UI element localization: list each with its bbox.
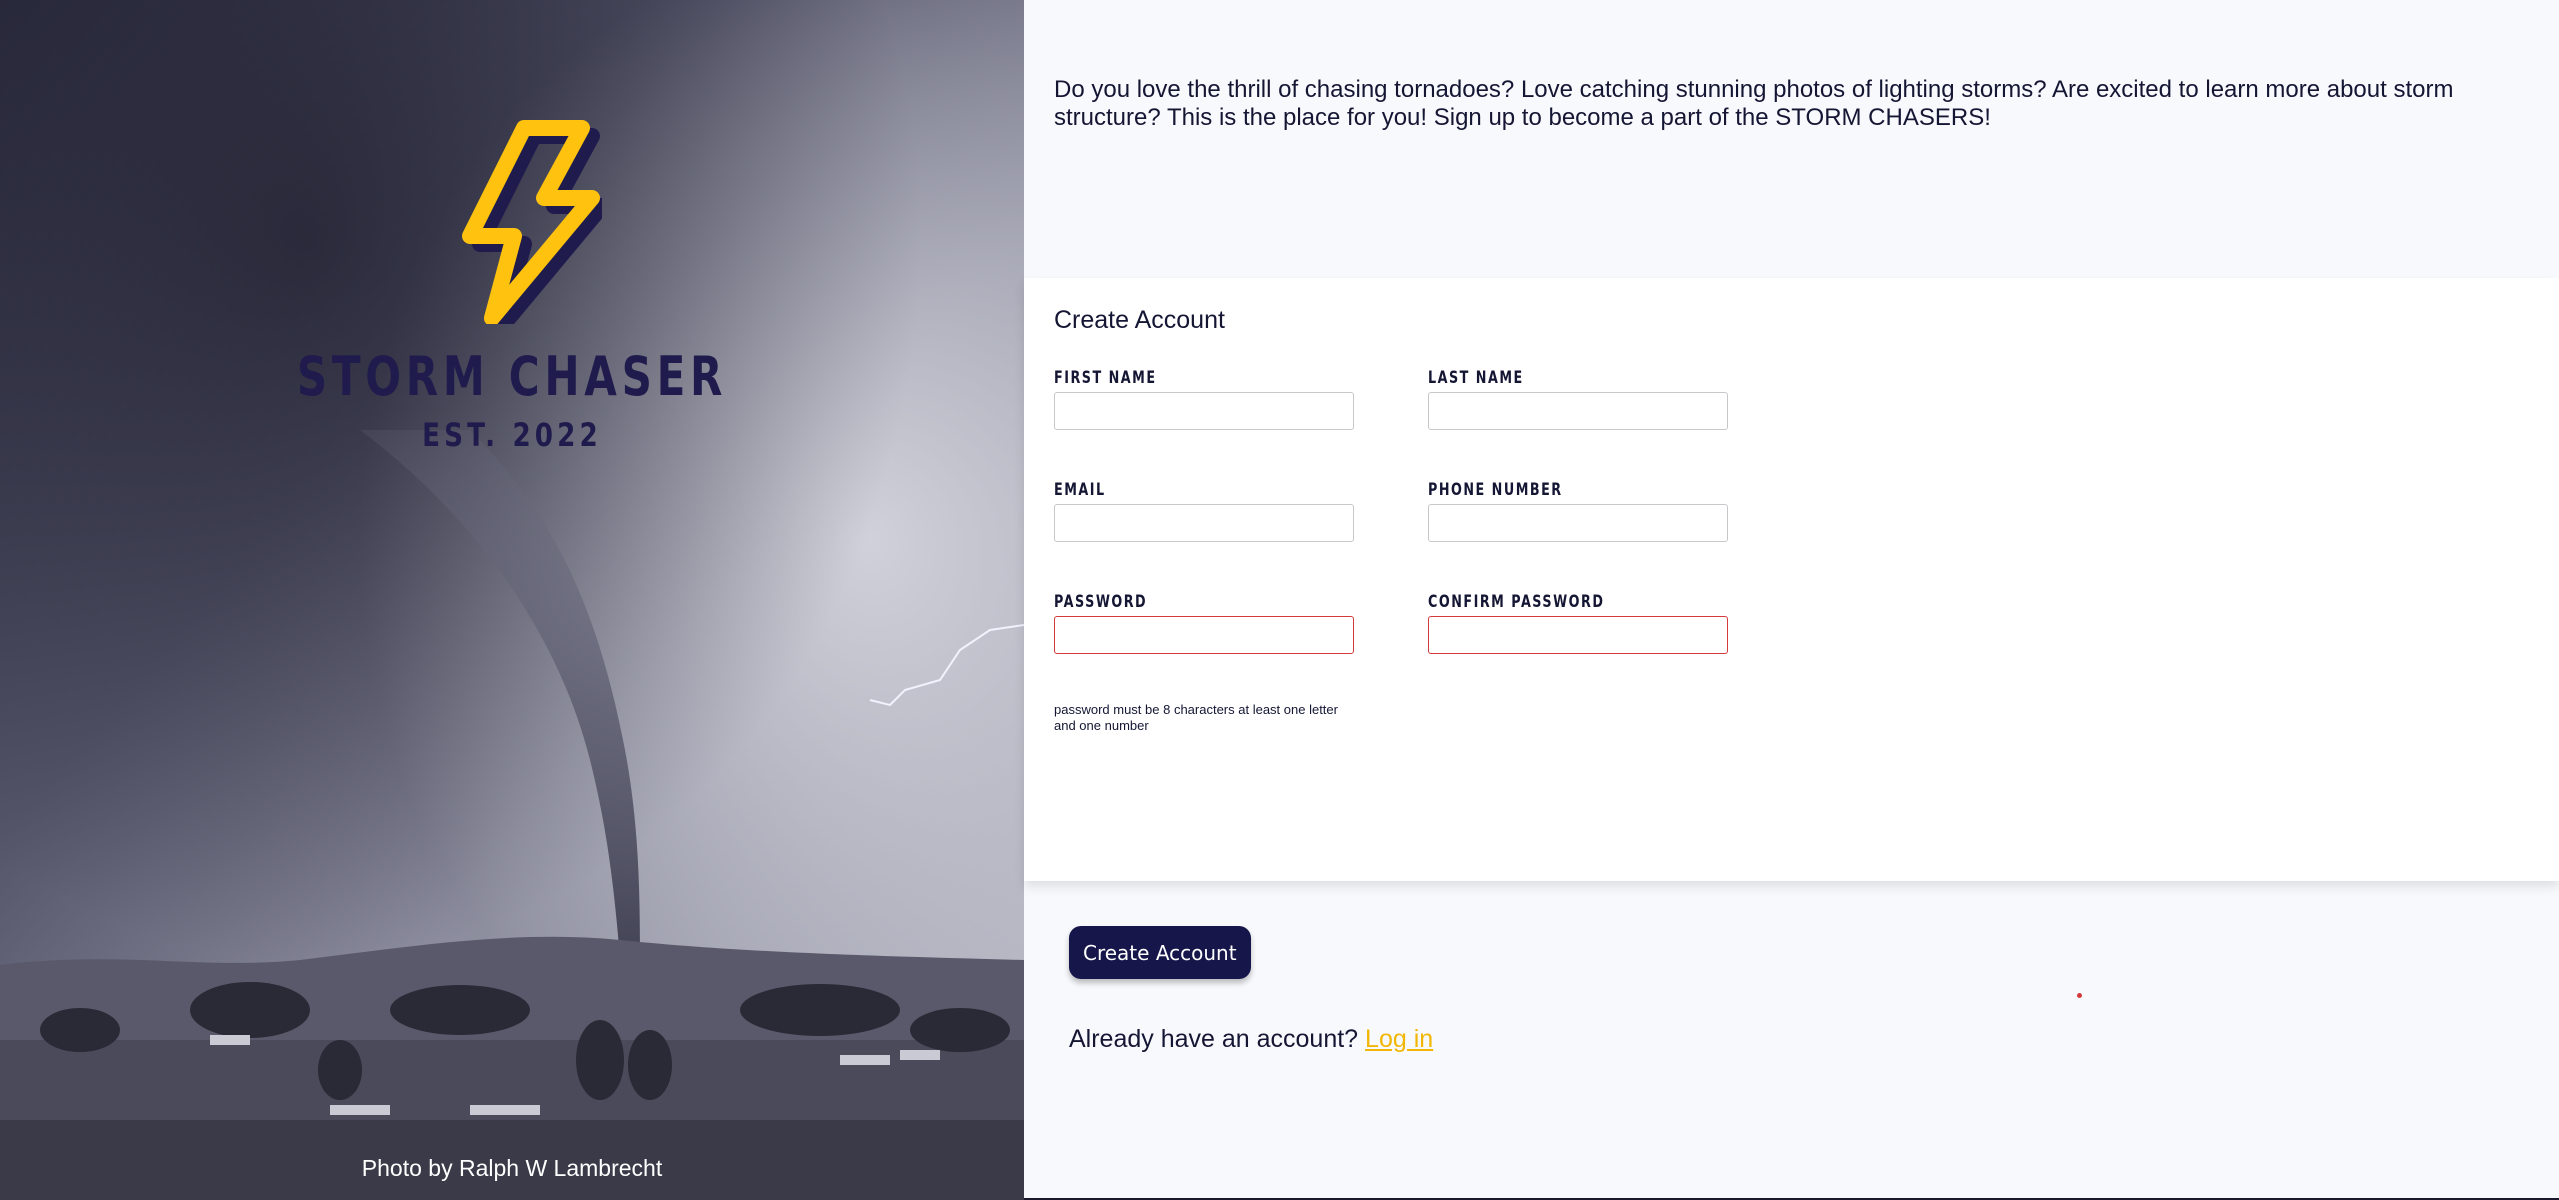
lightning-bolt-icon bbox=[462, 120, 602, 324]
intro-text: Do you love the thrill of chasing tornad… bbox=[1054, 76, 2454, 131]
phone-input[interactable] bbox=[1428, 504, 1728, 542]
brand-name: STORM CHASER bbox=[296, 345, 728, 408]
create-account-form: Create Account FIRST NAME LAST NAME EMAI… bbox=[1024, 278, 2559, 881]
photo-credit: Photo by Ralph W Lambrecht bbox=[361, 1155, 663, 1181]
hero-panel: STORM CHASER EST. 2022 Photo by Ralph W … bbox=[0, 0, 1024, 1200]
confirm-password-label: CONFIRM PASSWORD bbox=[1428, 592, 1605, 612]
confirm-password-input[interactable] bbox=[1428, 616, 1728, 654]
first-name-group: FIRST NAME bbox=[1054, 368, 1354, 430]
last-name-label: LAST NAME bbox=[1428, 368, 1524, 388]
login-link[interactable]: Log in bbox=[1365, 1025, 1433, 1053]
login-prompt: Already have an account? Log in bbox=[1069, 1025, 1433, 1054]
email-group: EMAIL bbox=[1054, 480, 1354, 542]
login-prompt-text: Already have an account? bbox=[1069, 1025, 1359, 1053]
last-name-input[interactable] bbox=[1428, 392, 1728, 430]
signup-panel: Do you love the thrill of chasing tornad… bbox=[1024, 0, 2559, 1200]
password-hint: password must be 8 characters at least o… bbox=[1054, 702, 1338, 733]
password-input[interactable] bbox=[1054, 616, 1354, 654]
email-input[interactable] bbox=[1054, 504, 1354, 542]
confirm-password-group: CONFIRM PASSWORD bbox=[1428, 592, 1728, 654]
phone-label: PHONE NUMBER bbox=[1428, 480, 1563, 500]
email-label: EMAIL bbox=[1054, 480, 1106, 500]
status-dot bbox=[2077, 993, 2082, 998]
form-title: Create Account bbox=[1054, 306, 1225, 334]
password-group: PASSWORD bbox=[1054, 592, 1354, 654]
first-name-input[interactable] bbox=[1054, 392, 1354, 430]
create-account-button[interactable]: Create Account bbox=[1069, 926, 1251, 979]
first-name-label: FIRST NAME bbox=[1054, 368, 1157, 388]
phone-group: PHONE NUMBER bbox=[1428, 480, 1728, 542]
brand-established: EST. 2022 bbox=[422, 416, 602, 454]
password-label: PASSWORD bbox=[1054, 592, 1148, 612]
last-name-group: LAST NAME bbox=[1428, 368, 1728, 430]
brand-block: STORM CHASER EST. 2022 bbox=[0, 118, 1024, 454]
